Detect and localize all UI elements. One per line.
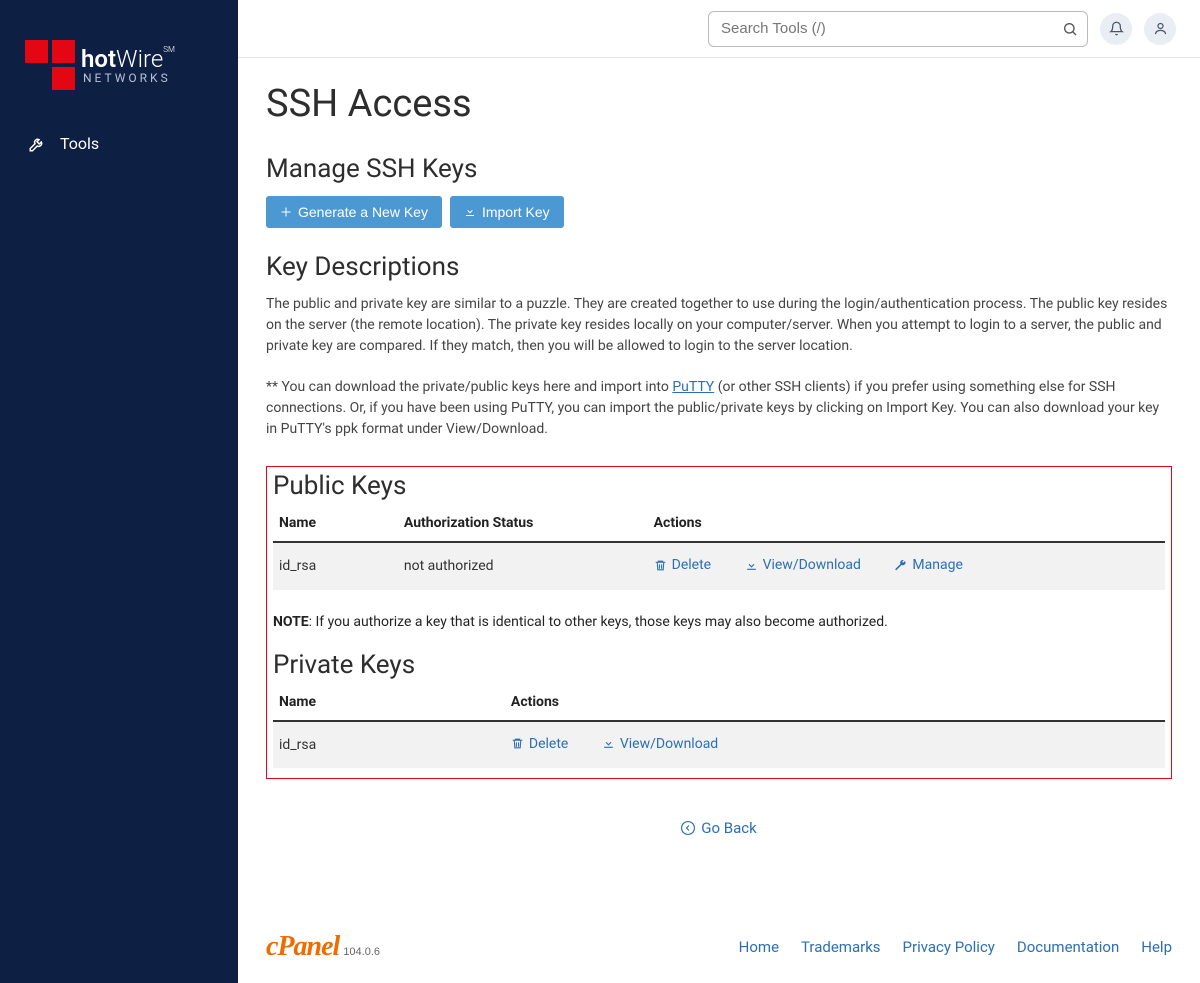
delete-public-key[interactable]: Delete xyxy=(654,557,711,573)
search-button[interactable] xyxy=(1062,21,1078,37)
user-icon xyxy=(1153,21,1168,36)
plus-icon xyxy=(280,206,292,218)
sidebar-item-tools[interactable]: Tools xyxy=(0,120,238,167)
col-auth: Authorization Status xyxy=(398,505,648,542)
manage-heading: Manage SSH Keys xyxy=(266,154,1172,184)
logo-icon xyxy=(25,40,75,90)
back-arrow-icon xyxy=(681,821,695,835)
brand-sm: SM xyxy=(163,45,175,54)
keydesc-p1: The public and private key are similar t… xyxy=(266,294,1172,357)
view-private-key[interactable]: View/Download xyxy=(602,736,718,752)
public-keys-note: NOTE: If you authorize a key that is ide… xyxy=(273,614,1165,630)
view-public-key[interactable]: View/Download xyxy=(745,557,861,573)
download-icon xyxy=(745,559,758,572)
col-name: Name xyxy=(273,505,398,542)
import-key-label: Import Key xyxy=(482,204,550,220)
footer-help[interactable]: Help xyxy=(1141,938,1172,956)
keydesc-p2: ** You can download the private/public k… xyxy=(266,377,1172,440)
footer-docs[interactable]: Documentation xyxy=(1017,938,1119,956)
brand-name-bold: hot xyxy=(81,45,116,73)
generate-key-label: Generate a New Key xyxy=(298,204,428,220)
cpanel-logo: cPanel104.0.6 xyxy=(266,931,380,963)
search-input[interactable] xyxy=(708,11,1088,47)
trash-icon xyxy=(511,737,524,750)
public-keys-table: Name Authorization Status Actions id_rsa… xyxy=(273,505,1165,590)
user-menu-button[interactable] xyxy=(1144,13,1176,45)
key-auth-status: not authorized xyxy=(398,542,648,590)
bell-icon xyxy=(1109,21,1124,36)
footer-home[interactable]: Home xyxy=(739,938,779,956)
private-keys-heading: Private Keys xyxy=(273,650,1165,680)
download-icon xyxy=(602,737,615,750)
public-keys-heading: Public Keys xyxy=(273,471,1165,501)
key-name: id_rsa xyxy=(273,542,398,590)
sidebar-item-label: Tools xyxy=(60,134,99,153)
keydesc-heading: Key Descriptions xyxy=(266,252,1172,282)
notifications-button[interactable] xyxy=(1100,13,1132,45)
delete-private-key[interactable]: Delete xyxy=(511,736,568,752)
tools-icon xyxy=(28,135,46,153)
page-title: SSH Access xyxy=(266,82,1172,126)
sidebar: hotWireSM NETWORKS Tools xyxy=(0,0,238,983)
table-row: id_rsa not authorized Delete View/Downlo… xyxy=(273,542,1165,590)
key-name: id_rsa xyxy=(273,721,505,769)
generate-key-button[interactable]: Generate a New Key xyxy=(266,196,442,228)
brand-name-rest: Wire xyxy=(116,45,163,73)
import-icon xyxy=(464,206,476,218)
go-back-link[interactable]: Go Back xyxy=(681,819,756,837)
table-row: id_rsa Delete View/Download xyxy=(273,721,1165,769)
col-actions: Actions xyxy=(505,684,1165,721)
col-actions: Actions xyxy=(648,505,1165,542)
wrench-icon xyxy=(894,559,907,572)
footer-trademarks[interactable]: Trademarks xyxy=(801,938,881,956)
brand-logo: hotWireSM NETWORKS xyxy=(0,20,238,120)
private-keys-table: Name Actions id_rsa Delete xyxy=(273,684,1165,769)
footer: cPanel104.0.6 Home Trademarks Privacy Po… xyxy=(238,923,1200,983)
search-icon xyxy=(1062,21,1078,37)
trash-icon xyxy=(654,559,667,572)
footer-privacy[interactable]: Privacy Policy xyxy=(903,938,995,956)
manage-public-key[interactable]: Manage xyxy=(894,557,962,573)
brand-subtitle: NETWORKS xyxy=(83,71,175,85)
keys-highlight-box: Public Keys Name Authorization Status Ac… xyxy=(266,466,1172,779)
topbar xyxy=(238,0,1200,58)
putty-link[interactable]: PuTTY xyxy=(672,379,714,395)
import-key-button[interactable]: Import Key xyxy=(450,196,564,228)
col-name: Name xyxy=(273,684,505,721)
